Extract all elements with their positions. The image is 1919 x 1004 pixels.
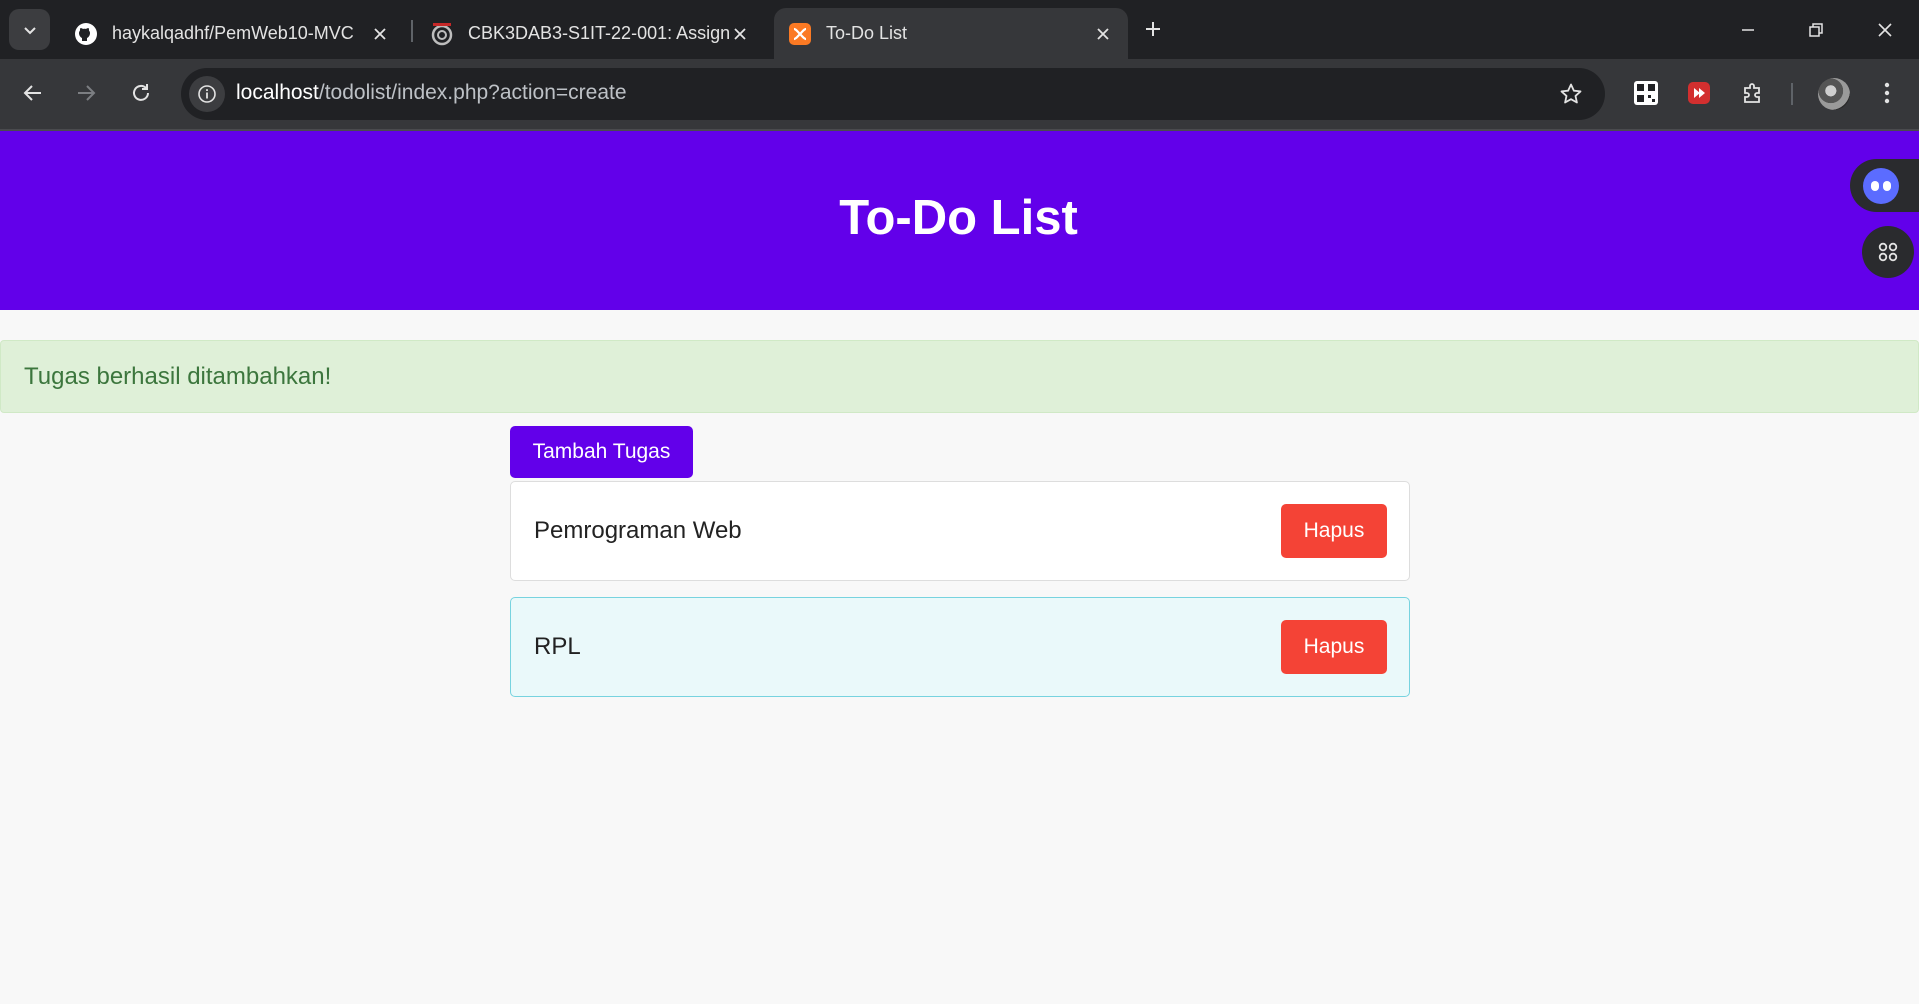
tab-course[interactable]: CBK3DAB3-S1IT-22-001: Assign <box>416 8 765 59</box>
delete-task-button[interactable]: Hapus <box>1281 504 1387 558</box>
arrow-right-icon <box>78 85 96 101</box>
qr-code-icon <box>1634 81 1658 105</box>
reload-icon <box>133 84 149 101</box>
tab-todo-list[interactable]: To-Do List <box>774 8 1128 59</box>
restore-icon <box>1809 23 1823 37</box>
star-icon <box>1560 83 1582 104</box>
apps-widget-button[interactable] <box>1862 226 1914 278</box>
tab-github[interactable]: haykalqadhf/PemWeb10-MVC <box>60 8 405 59</box>
play-extension-icon <box>1688 82 1710 104</box>
close-icon[interactable] <box>369 23 391 45</box>
add-task-button[interactable]: Tambah Tugas <box>510 426 693 478</box>
info-icon <box>198 85 216 103</box>
course-site-icon <box>430 22 454 46</box>
command-icon <box>1878 242 1898 262</box>
close-icon <box>1878 23 1892 37</box>
profile-avatar[interactable] <box>1818 78 1850 110</box>
close-icon[interactable] <box>1092 23 1114 45</box>
window-close-button[interactable] <box>1863 10 1907 50</box>
forward-button[interactable] <box>66 73 106 113</box>
chevron-down-icon <box>23 26 36 34</box>
url-text[interactable]: localhost/todolist/index.php?action=crea… <box>236 81 627 105</box>
tab-search-button[interactable] <box>9 9 50 50</box>
url-host: localhost <box>236 81 319 104</box>
page-header: To-Do List <box>0 131 1919 310</box>
task-name: Pemrograman Web <box>534 517 742 544</box>
reload-button[interactable] <box>121 73 161 113</box>
tab-title: haykalqadhf/PemWeb10-MVC <box>112 23 354 43</box>
tab-title: To-Do List <box>826 23 908 43</box>
bookmark-star-button[interactable] <box>1557 80 1585 108</box>
github-icon <box>74 22 98 46</box>
minimize-icon <box>1742 29 1754 31</box>
xampp-icon <box>788 22 812 46</box>
robot-face-icon <box>1863 168 1899 204</box>
extensions-button[interactable] <box>1735 75 1771 111</box>
puzzle-icon <box>1744 83 1760 103</box>
media-extension-button[interactable] <box>1681 75 1717 111</box>
arrow-left-icon <box>23 85 41 101</box>
tab-title: CBK3DAB3-S1IT-22-001: Assign <box>468 23 729 43</box>
site-info-button[interactable] <box>189 76 225 112</box>
task-item: RPL Hapus <box>510 597 1410 697</box>
page-title: To-Do List <box>839 190 1078 245</box>
url-path: /todolist/index.php?action=create <box>318 81 627 104</box>
close-icon[interactable] <box>729 23 751 45</box>
more-vertical-icon <box>1884 82 1890 104</box>
toolbar-divider <box>1791 83 1793 105</box>
success-alert: Tugas berhasil ditambahkan! <box>0 340 1919 413</box>
plus-icon <box>1146 22 1160 36</box>
new-tab-button[interactable] <box>1138 14 1168 44</box>
back-button[interactable] <box>13 73 53 113</box>
delete-task-button[interactable]: Hapus <box>1281 620 1387 674</box>
menu-button[interactable] <box>1869 75 1905 111</box>
restore-button[interactable] <box>1794 10 1838 50</box>
address-bar[interactable]: localhost/todolist/index.php?action=crea… <box>181 68 1605 120</box>
browser-toolbar: localhost/todolist/index.php?action=crea… <box>0 59 1919 129</box>
task-name: RPL <box>534 633 581 660</box>
qr-extension-button[interactable] <box>1628 75 1664 111</box>
assistant-widget-button[interactable] <box>1850 159 1919 212</box>
task-item: Pemrograman Web Hapus <box>510 481 1410 581</box>
tab-separator <box>411 20 413 42</box>
tab-strip: haykalqadhf/PemWeb10-MVC CBK3DAB3-S1IT-2… <box>0 0 1919 59</box>
minimize-button[interactable] <box>1726 10 1770 50</box>
